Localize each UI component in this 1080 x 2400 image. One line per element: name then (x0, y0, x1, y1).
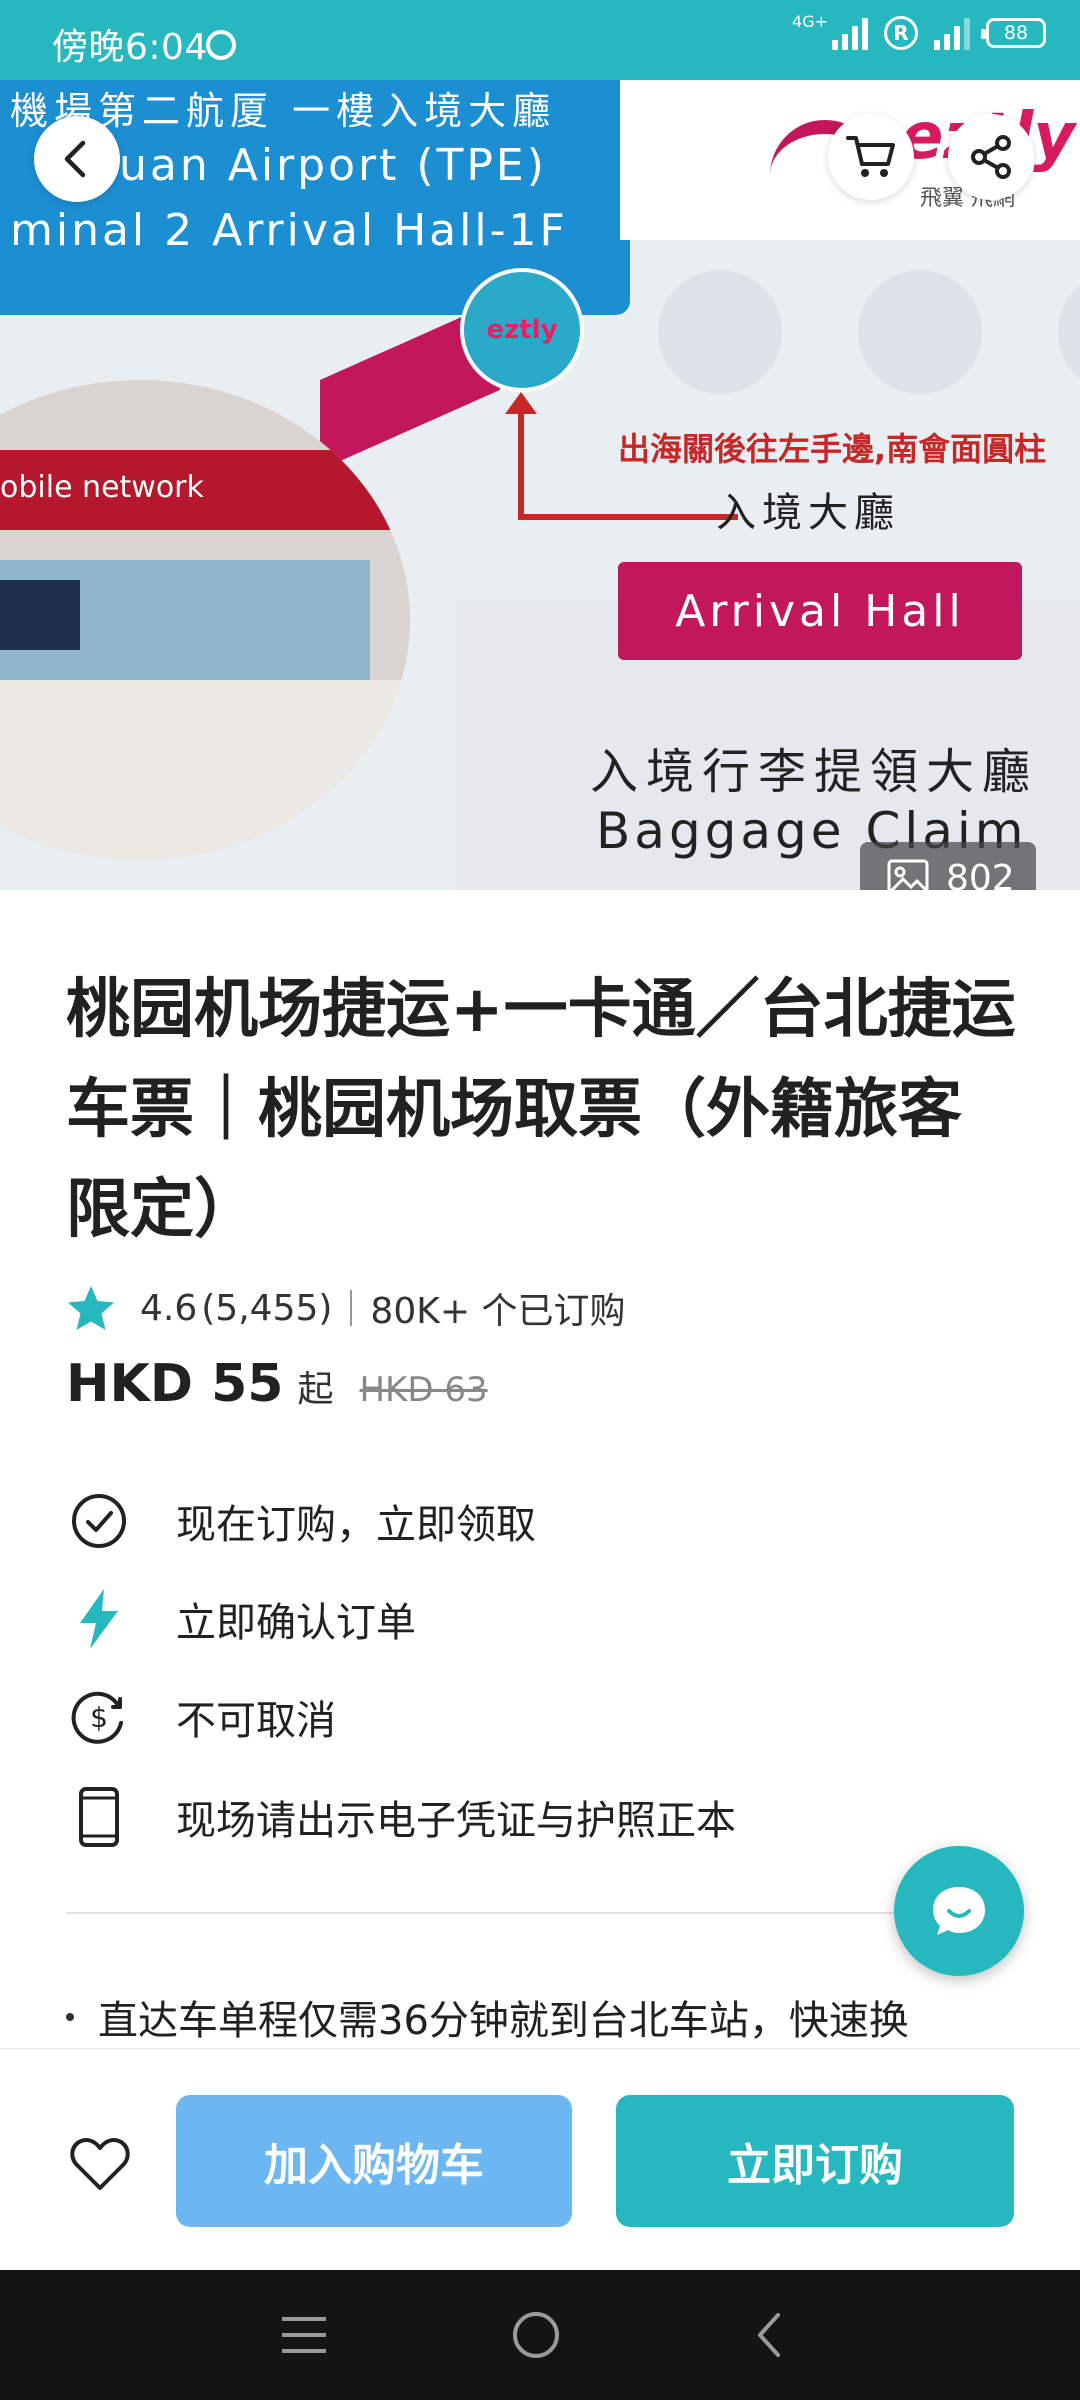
section-divider (66, 1912, 1020, 1914)
chevron-left-icon (758, 2313, 780, 2357)
photo-count: 802 (946, 857, 1015, 891)
eztly-logo-circle: eztly (460, 268, 584, 392)
share-button[interactable] (948, 114, 1034, 200)
menu-icon (282, 2317, 326, 2353)
home-nav-button[interactable] (496, 2300, 576, 2370)
baggage-cn: 入境行李提領大廳 (590, 744, 1039, 800)
price-suffix: 起 (297, 1369, 334, 1410)
sign-line-2: yuan Airport (TPE) (90, 140, 547, 191)
favorite-button[interactable] (62, 2129, 138, 2199)
route-line (518, 400, 524, 520)
price: HKD 55 (66, 1354, 284, 1414)
cart-icon (846, 136, 895, 177)
feature-instant-pickup: 现在订购，立即领取 (66, 1486, 536, 1556)
menu-nav-button[interactable] (264, 2300, 344, 2370)
heart-icon (70, 2138, 130, 2190)
original-price: HKD 63 (359, 1370, 488, 1410)
battery-icon: 88 (981, 18, 1046, 48)
alarm-icon (206, 30, 236, 60)
chat-icon (933, 1887, 985, 1935)
photo-screen (0, 580, 80, 650)
price-row: HKD 55 起 HKD 63 (66, 1354, 488, 1414)
hero-image[interactable]: 機場第二航厦 一樓入境大廳 yuan Airport (TPE) minal 2… (0, 80, 1080, 890)
home-circle-icon (513, 2312, 559, 2358)
booked-count: 80K+ 个已订购 (370, 1291, 626, 1332)
direction-text: 出海關後往左手邊,南會面圓柱 (618, 430, 1047, 468)
no-refund-icon: $ (66, 1684, 132, 1750)
rating-value: 4.6 (140, 1287, 198, 1329)
signal-2-icon (934, 16, 970, 50)
chevron-left-icon (64, 140, 86, 178)
feature-text: 立即确认订单 (176, 1600, 416, 1646)
registered-icon: R (884, 16, 918, 50)
image-icon (887, 859, 929, 890)
back-nav-button[interactable] (730, 2300, 810, 2370)
lightning-icon (66, 1586, 132, 1652)
rating-divider (350, 1290, 353, 1326)
cart-button[interactable] (828, 114, 914, 200)
feature-non-refundable: $ 不可取消 (66, 1682, 336, 1752)
feature-show-voucher: 现场请出示电子凭证与护照正本 (66, 1782, 736, 1852)
arrival-hall-cn: 入境大廳 (716, 490, 900, 536)
feature-text: 现场请出示电子凭证与护照正本 (176, 1798, 736, 1844)
map-circle (658, 270, 782, 394)
share-icon (971, 135, 1011, 179)
signal-icon (832, 16, 868, 50)
map-circle (1058, 270, 1080, 394)
bottom-action-bar: 加入购物车 立即订购 (0, 2048, 1080, 2270)
map-circle (858, 270, 982, 394)
product-title: 桃园机场捷运+一卡通／台北捷运车票｜桃园机场取票（外籍旅客限定） (66, 973, 1016, 1247)
feature-text: 现在订购，立即领取 (176, 1502, 536, 1548)
photo-desk (0, 680, 410, 860)
svg-text:$: $ (90, 1701, 108, 1734)
book-now-button[interactable]: 立即订购 (616, 2095, 1014, 2227)
sign-line-3: minal 2 Arrival Hall-1F (10, 205, 568, 256)
arrival-hall-label: Arrival Hall (618, 562, 1022, 660)
back-button[interactable] (34, 116, 120, 202)
check-circle-icon (66, 1488, 132, 1554)
network-type: 4G+ (792, 11, 828, 31)
system-nav-bar (0, 2270, 1080, 2400)
status-indicators: 4G+ R 88 (792, 12, 1046, 50)
photo-banner: obile network (0, 450, 410, 530)
description-preview: 直达车单程仅需36分钟就到台北车站，快速换 (66, 1988, 1026, 2046)
bullet-icon (66, 2013, 74, 2021)
star-icon (68, 1286, 114, 1330)
rating-row[interactable]: 4.6 (5,455) 80K+ 个已订购 (66, 1282, 625, 1334)
description-text: 直达车单程仅需36分钟就到台北车站，快速换 (98, 1998, 909, 2044)
feature-instant-confirm: 立即确认订单 (66, 1584, 416, 1654)
counter-photo: obile network (0, 380, 410, 860)
add-to-cart-button[interactable]: 加入购物车 (176, 2095, 572, 2227)
feature-text: 不可取消 (176, 1698, 336, 1744)
review-count: (5,455) (201, 1287, 333, 1329)
route-line (518, 514, 738, 520)
phone-icon (66, 1784, 132, 1850)
photo-count-badge[interactable]: 802 (860, 842, 1036, 890)
chat-button[interactable] (894, 1846, 1024, 1976)
status-bar: 傍晚6:04 4G+ R 88 (0, 0, 1080, 80)
status-time: 傍晚6:04 (52, 27, 208, 68)
